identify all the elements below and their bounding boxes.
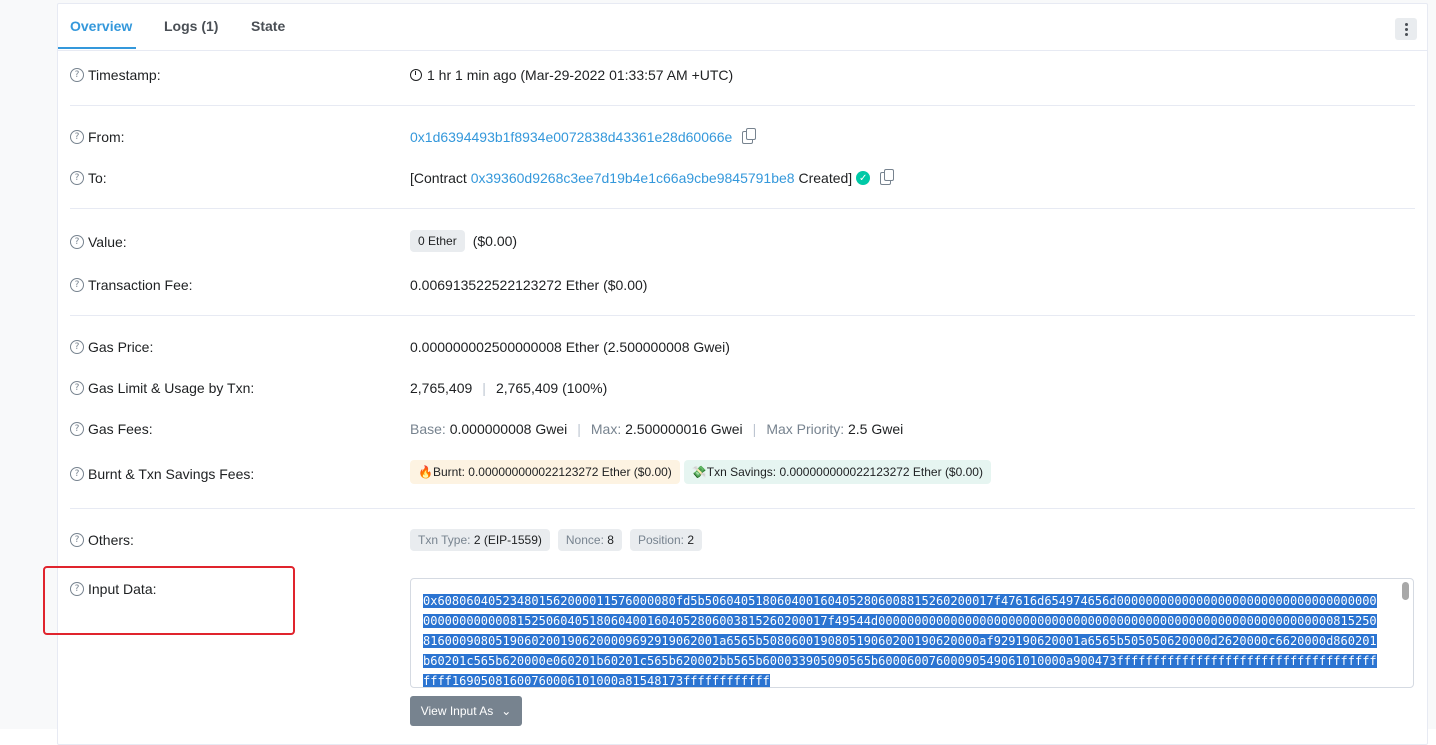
clock-icon: [410, 69, 422, 81]
value-amount-badge: 0 Ether: [410, 230, 465, 252]
value-usd: ($0.00): [472, 233, 518, 249]
transaction-fee-label: Transaction Fee:: [88, 277, 193, 293]
input-data-text[interactable]: 0x608060405234801562000011576000080fd5b5…: [423, 591, 1383, 687]
help-icon[interactable]: ?: [70, 467, 84, 481]
tab-logs[interactable]: Logs (1): [164, 18, 218, 34]
help-icon[interactable]: ?: [70, 130, 84, 144]
help-icon[interactable]: ?: [70, 68, 84, 82]
base-fee-label: Base:: [410, 421, 446, 437]
view-input-as-button[interactable]: View Input As ⌄: [410, 696, 522, 726]
burnt-badge: 🔥Burnt: 0.000000000022123272 Ether ($0.0…: [410, 460, 680, 484]
help-icon[interactable]: ?: [70, 278, 84, 292]
view-input-as-label: View Input As: [420, 704, 494, 718]
timestamp-label: Timestamp:: [88, 67, 161, 83]
help-icon[interactable]: ?: [70, 235, 84, 249]
position-badge: Position: 2: [629, 529, 702, 551]
timestamp-value: 1 hr 1 min ago (Mar-29-2022 01:33:57 AM …: [427, 67, 734, 83]
gas-limit-value: 2,765,409: [410, 380, 473, 396]
burnt-fees-label: Burnt & Txn Savings Fees:: [88, 466, 255, 482]
tab-state[interactable]: State: [251, 18, 285, 34]
to-suffix: Created]: [798, 170, 853, 186]
from-address-link[interactable]: 0x1d6394493b1f8934e0072838d43361e28d6006…: [410, 129, 732, 145]
verified-check-icon: ✓: [856, 171, 871, 185]
more-vertical-icon: [1404, 22, 1408, 36]
divider: [70, 315, 1415, 316]
nonce-badge: Nonce: 8: [557, 529, 622, 551]
max-priority-value: 2.5 Gwei: [848, 421, 904, 437]
help-icon[interactable]: ?: [70, 171, 84, 185]
gas-fees-label: Gas Fees:: [88, 421, 153, 437]
active-tab-indicator: [58, 47, 136, 49]
from-label: From:: [88, 129, 125, 145]
help-icon[interactable]: ?: [70, 422, 84, 436]
tab-overview[interactable]: Overview: [70, 18, 132, 34]
transaction-fee-value: 0.006913522522123272 Ether ($0.00): [410, 277, 648, 293]
gas-price-label: Gas Price:: [88, 339, 154, 355]
txn-type-badge: Txn Type: 2 (EIP-1559): [410, 529, 550, 551]
copy-icon[interactable]: [742, 127, 757, 144]
base-fee-value: 0.000000008 Gwei: [449, 421, 568, 437]
max-priority-label: Max Priority:: [766, 421, 845, 437]
txn-savings-badge: 💸Txn Savings: 0.000000000022123272 Ether…: [683, 460, 991, 484]
page-background: Overview Logs (1) State ? Timestamp: 1 hr…: [0, 0, 1436, 745]
others-label: Others:: [88, 532, 134, 548]
gas-usage-value: 2,765,409 (100%): [495, 380, 608, 396]
copy-icon[interactable]: [880, 168, 895, 185]
chevron-down-icon: ⌄: [501, 704, 512, 718]
gas-price-value: 0.000000002500000008 Ether (2.500000008 …: [410, 339, 730, 355]
help-icon[interactable]: ?: [70, 533, 84, 547]
contract-address-link[interactable]: 0x39360d9268c3ee7d19b4e1c66a9cbe9845791b…: [471, 170, 795, 186]
divider: [70, 208, 1415, 209]
gas-limit-label: Gas Limit & Usage by Txn:: [88, 380, 255, 396]
scrollbar[interactable]: [1402, 582, 1409, 600]
max-fee-label: Max:: [590, 421, 622, 437]
to-label: To:: [88, 170, 107, 186]
help-icon[interactable]: ?: [70, 381, 84, 395]
divider: [70, 508, 1415, 509]
divider: [70, 105, 1415, 106]
to-prefix: [Contract: [410, 170, 467, 186]
help-icon[interactable]: ?: [70, 340, 84, 354]
input-data-textarea[interactable]: 0x608060405234801562000011576000080fd5b5…: [410, 578, 1414, 688]
highlight-annotation-box: [43, 566, 295, 635]
tab-bar: Overview Logs (1) State: [58, 4, 1427, 51]
more-options-button[interactable]: [1395, 18, 1417, 40]
value-label: Value:: [88, 234, 127, 250]
max-fee-value: 2.500000016 Gwei: [625, 421, 743, 437]
